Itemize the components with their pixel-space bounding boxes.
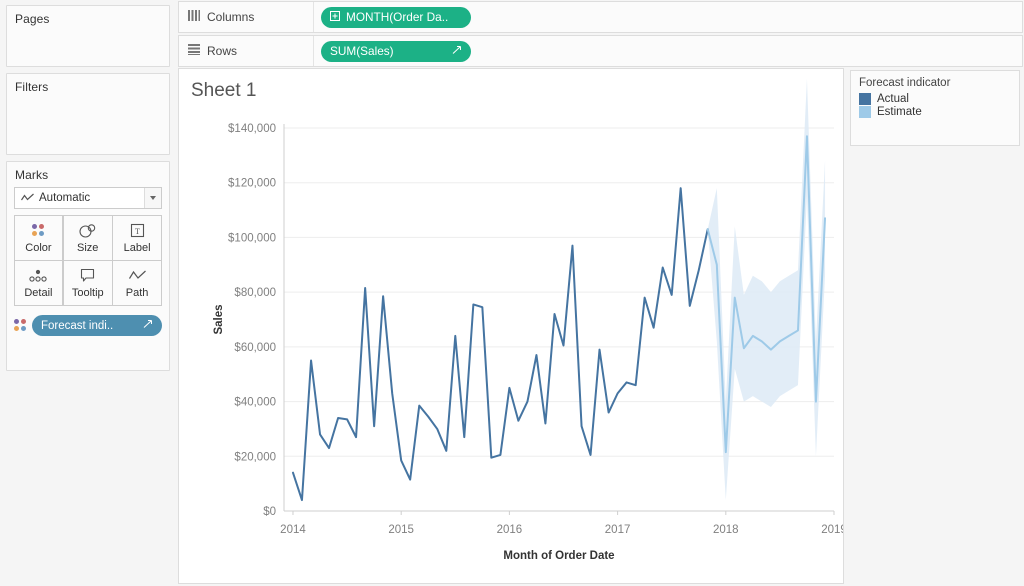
legend-swatch-estimate — [859, 106, 871, 118]
columns-shelf-dropzone[interactable]: MONTH(Order Da.. — [314, 2, 1022, 32]
x-axis-tick-label: 2019 — [821, 524, 843, 536]
pill-month-order-date[interactable]: MONTH(Order Da.. — [321, 7, 471, 28]
marks-detail-button[interactable]: Detail — [14, 260, 64, 306]
color-dots-icon — [32, 222, 45, 239]
line-chart-icon — [21, 193, 34, 203]
marks-detail-label: Detail — [24, 287, 52, 299]
y-axis-title: Sales — [213, 304, 225, 334]
pill-sum-sales-label: SUM(Sales) — [330, 44, 446, 58]
rows-icon — [188, 44, 200, 58]
marks-card: Marks Automatic Col — [6, 161, 170, 371]
chevron-down-icon[interactable] — [144, 188, 161, 208]
columns-shelf-label: Columns — [207, 10, 254, 24]
marks-color-button[interactable]: Color — [14, 215, 64, 261]
pill-forecast-indicator-label: Forecast indi.. — [41, 320, 143, 332]
columns-shelf-label-group: Columns — [179, 2, 314, 32]
pages-card-title: Pages — [7, 6, 169, 31]
tooltip-bubble-icon — [80, 267, 95, 284]
marks-label-button[interactable]: T Label — [112, 215, 162, 261]
rows-shelf[interactable]: Rows SUM(Sales) — [178, 35, 1023, 67]
legend-item-estimate[interactable]: Estimate — [851, 106, 1019, 119]
x-axis-tick-label: 2016 — [497, 524, 523, 536]
detail-dots-icon — [28, 267, 48, 284]
y-axis-tick-label: $40,000 — [234, 397, 276, 409]
visualization-pane: Sheet 1 $0$20,000$40,000$60,000$80,000$1… — [178, 68, 844, 584]
pill-month-order-date-label: MONTH(Order Da.. — [346, 10, 462, 24]
marks-path-label: Path — [126, 287, 149, 299]
filters-card[interactable]: Filters — [6, 73, 170, 155]
sales-forecast-line-chart[interactable]: $0 $20,000 $40,000 $60,000 $80,000 $100,000 $1… — [179, 69, 843, 583]
mark-type-label: Automatic — [39, 192, 90, 204]
pill-sum-sales[interactable]: SUM(Sales) — [321, 41, 471, 62]
label-text-icon: T — [130, 222, 145, 239]
columns-shelf[interactable]: Columns MONTH(Order Da.. — [178, 1, 1023, 33]
legend-label-actual: Actual — [877, 93, 909, 105]
legend-label-estimate: Estimate — [877, 106, 922, 118]
legend-title: Forecast indicator — [851, 71, 1019, 93]
x-axis-tick-label: 2018 — [713, 524, 739, 536]
mark-type-dropdown[interactable]: Automatic — [14, 187, 162, 209]
marks-label-label: Label — [124, 242, 151, 254]
forecast-indicator-legend[interactable]: Forecast indicator Actual Estimate — [850, 70, 1020, 146]
legend-item-actual[interactable]: Actual — [851, 93, 1019, 106]
svg-text:T: T — [135, 227, 140, 236]
pill-forecast-indicator[interactable]: Forecast indi.. — [32, 315, 162, 336]
marks-tooltip-label: Tooltip — [72, 287, 104, 299]
x-axis-tick-label: 2014 — [280, 524, 306, 536]
marks-size-button[interactable]: Size — [63, 215, 113, 261]
rows-shelf-dropzone[interactable]: SUM(Sales) — [314, 36, 1022, 66]
color-dots-icon — [14, 319, 27, 332]
y-axis-tick-label: $0 — [263, 506, 276, 518]
y-axis-tick-label: $100,000 — [228, 232, 276, 244]
pages-card[interactable]: Pages — [6, 5, 170, 67]
y-axis-tick-label: $140,000 — [228, 123, 276, 135]
marks-path-button[interactable]: Path — [112, 260, 162, 306]
y-axis-tick-label: $120,000 — [228, 178, 276, 190]
y-axis-tick-label: $80,000 — [234, 287, 276, 299]
x-axis-tick-label: 2015 — [388, 524, 414, 536]
x-axis-title: Month of Order Date — [503, 550, 614, 562]
expand-plus-icon[interactable] — [330, 10, 340, 24]
tableau-worksheet-window: Pages Filters Marks Automatic — [0, 0, 1024, 586]
x-axis-tick-label: 2017 — [605, 524, 631, 536]
left-sidebar: Pages Filters Marks Automatic — [0, 0, 176, 586]
marks-color-label: Color — [25, 242, 51, 254]
legend-swatch-actual — [859, 93, 871, 105]
rows-shelf-label: Rows — [207, 44, 237, 58]
marks-color-encoding-row: Forecast indi.. — [14, 315, 162, 336]
sort-icon[interactable] — [143, 319, 153, 332]
filters-card-title: Filters — [7, 74, 169, 99]
marks-size-label: Size — [77, 242, 98, 254]
marks-card-title: Marks — [7, 162, 169, 187]
marks-buttons-grid: Color Size T — [14, 215, 162, 306]
path-line-icon — [129, 267, 146, 284]
y-axis-tick-label: $60,000 — [234, 342, 276, 354]
marks-tooltip-button[interactable]: Tooltip — [63, 260, 113, 306]
y-axis-tick-label: $20,000 — [234, 451, 276, 463]
sort-icon[interactable] — [452, 44, 462, 58]
size-circles-icon — [78, 222, 97, 239]
line-series-actual[interactable] — [293, 188, 708, 500]
rows-shelf-label-group: Rows — [179, 36, 314, 66]
columns-icon — [188, 10, 200, 24]
